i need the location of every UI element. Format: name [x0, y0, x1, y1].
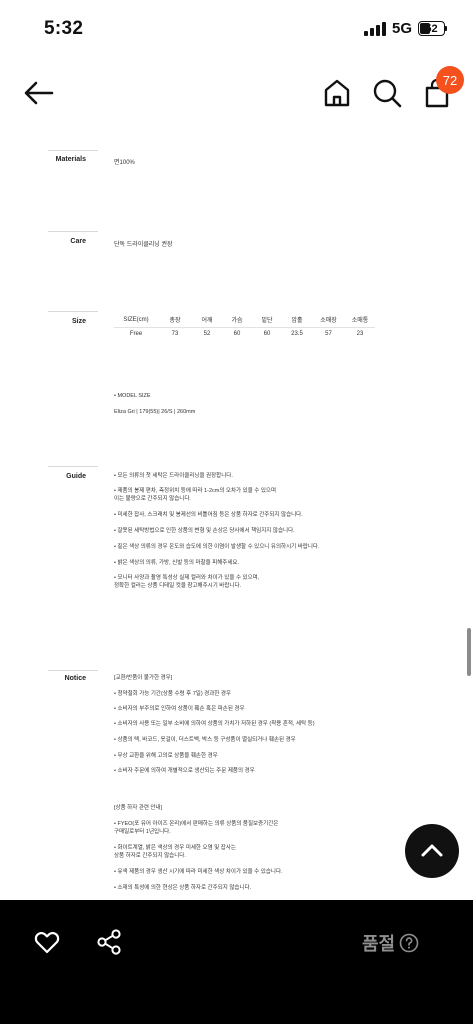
- model-size-info: Eliza Gri | 179(55)| 26/S | 260mm: [114, 409, 196, 415]
- notice-line: • 무상 교환을 위해 고의로 상품을 훼손한 경우: [114, 753, 218, 759]
- soldout-status[interactable]: 품절: [362, 930, 419, 956]
- product-info-content: Materials 면100% Care 단독 드라이클리닝 권장 Size S…: [0, 140, 473, 900]
- care-label: Care: [70, 238, 86, 245]
- section-divider: [48, 670, 98, 671]
- network-type: 5G: [391, 20, 412, 37]
- bottom-action-bar: 품절: [0, 900, 473, 1024]
- size-header-cell: 가슴: [222, 313, 252, 328]
- size-header-cell: 소매통: [345, 313, 375, 328]
- notice-line: • FYEO(포 유어 아이즈 온리)에서 판매하는 의류 상품의 품질보증기간…: [114, 821, 279, 827]
- section-divider: [48, 466, 98, 467]
- soldout-label: 품절: [362, 934, 396, 954]
- guide-line: • 제품의 봉제 편차, 측정위치 등에 따라 1-2cm의 오차가 있을 수 …: [114, 488, 277, 494]
- size-cell: 57: [325, 331, 332, 338]
- section-divider: [48, 150, 98, 151]
- guide-line: • 미세한 잡사, 스크래치 및 봉제선의 비틀어짐 등은 상품 하자로 간주되…: [114, 512, 303, 518]
- guide-line: • 모니터 사양과 촬영 특성상 실제 컬러와 차이가 있을 수 있으며,: [114, 575, 260, 581]
- notice-line: • 소비자의 사용 또는 일부 소비에 의하여 상품의 가치가 저하된 경우 (…: [114, 721, 315, 727]
- notice-line: • 소비자의 부주의로 인하여 상품이 훼손 혹은 파손된 경우: [114, 706, 245, 712]
- guide-line: • 잘못된 세탁방법으로 인한 상품의 변형 및 손상은 당사에서 책임지지 않…: [114, 528, 295, 534]
- notice-line: • 유색 제품의 경우 생산 시기에 따라 미세한 색상 차이가 있을 수 있습…: [114, 869, 283, 875]
- battery-icon: 52: [418, 21, 445, 36]
- size-cell: Free: [129, 331, 143, 338]
- guide-line: • 밝은 색상의 의류, 가방, 신발 등의 마찰을 피해주세요.: [114, 560, 239, 566]
- care-value: 단독 드라이클리닝 권장: [114, 242, 173, 248]
- size-header-cell: 어깨: [192, 313, 222, 328]
- size-table-row: Free 73 52 60 60 23.5 57 23: [114, 327, 375, 341]
- notice-line: • 소비자 주문에 의하여 개별적으로 생산되는 주문 제품의 경우: [114, 768, 255, 774]
- size-cell: 73: [171, 331, 179, 338]
- size-cell: 23.5: [291, 331, 303, 338]
- materials-value: 면100%: [114, 160, 135, 166]
- help-icon[interactable]: [399, 933, 419, 953]
- size-cell: 23: [356, 331, 364, 338]
- notice-label: Notice: [64, 675, 86, 682]
- size-cell: 52: [203, 331, 211, 338]
- size-cell: 60: [263, 331, 271, 338]
- home-icon[interactable]: [320, 76, 354, 110]
- notice-line: • 화이트계열, 밝은 색상의 경우 미세한 오염 및 잡사는: [114, 845, 236, 851]
- size-label: Size: [71, 318, 86, 325]
- size-header-cell: 밑단: [252, 313, 282, 328]
- notice-line: • 청약철회 가능 기간(상품 수령 후 7일) 경과한 경우: [114, 691, 232, 697]
- size-header-cell: SIZE(cm): [114, 313, 158, 328]
- top-navigation: 72: [0, 66, 473, 122]
- notice-line: 구매일로부터 1년입니다.: [114, 829, 171, 835]
- notice-line: [교환/반품이 불가한 경우]: [114, 675, 173, 681]
- cart-count-badge[interactable]: 72: [436, 66, 464, 94]
- guide-label: Guide: [66, 473, 86, 480]
- status-indicators: 5G 52: [363, 20, 447, 37]
- materials-label: Materials: [55, 156, 86, 163]
- guide-line: 정확한 컬러는 상품 디테일 컷을 참고해주시기 바랍니다.: [114, 583, 242, 589]
- model-size-title: • MODEL SIZE: [114, 393, 151, 399]
- search-icon[interactable]: [370, 76, 404, 110]
- notice-line: • 소재의 특성에 의한 현상은 상품 하자로 간주되지 않습니다.: [114, 885, 252, 891]
- guide-line: 이는 불량으로 간주되지 않습니다.: [114, 496, 191, 502]
- share-icon[interactable]: [95, 928, 123, 956]
- size-header-cell: 암홀: [282, 313, 312, 328]
- status-time: 5:32: [44, 18, 84, 39]
- guide-line: • 모든 의류의 첫 세탁은 드라이클리닝을 권장합니다.: [114, 473, 233, 479]
- notice-line: [상품 하자 관련 안내]: [114, 805, 163, 811]
- heart-icon[interactable]: [33, 928, 61, 956]
- scroll-to-top-button[interactable]: [405, 824, 459, 878]
- back-arrow-icon[interactable]: [22, 76, 56, 110]
- guide-line: • 짙은 색상 의류의 경우 온도와 습도에 의한 이염이 발생할 수 있으니 …: [114, 544, 320, 550]
- scrollbar[interactable]: [467, 628, 471, 676]
- section-divider: [48, 311, 98, 312]
- size-table: SIZE(cm) 총장 어깨 가슴 밑단 암홀 소매장 소매통 Free 73 …: [114, 313, 375, 341]
- battery-level: 52: [425, 22, 438, 35]
- size-header-cell: 소매장: [312, 313, 345, 328]
- size-header-cell: 총장: [158, 313, 192, 328]
- notice-line: • 상품의 택, 바코드, 옷걸이, 더스트백, 박스 등 구성품이 멸실되거나…: [114, 737, 296, 743]
- chevron-up-icon: [421, 844, 443, 857]
- notice-line: 상품 하자로 간주되지 않습니다.: [114, 853, 186, 859]
- size-cell: 60: [233, 331, 241, 338]
- signal-icon: [363, 21, 386, 36]
- status-bar: 5:32 5G 52: [0, 0, 473, 60]
- section-divider: [48, 231, 98, 232]
- size-table-header: SIZE(cm) 총장 어깨 가슴 밑단 암홀 소매장 소매통: [114, 313, 375, 328]
